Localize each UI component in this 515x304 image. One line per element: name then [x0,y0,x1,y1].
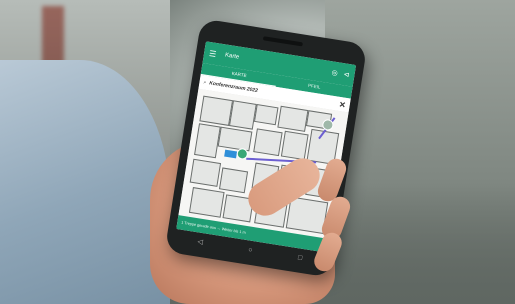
map-room [253,104,279,126]
map-room [277,105,309,132]
home-button[interactable]: ○ [248,246,253,254]
location-pin[interactable] [321,118,335,132]
close-icon[interactable]: ✕ [338,99,346,109]
map-room [253,128,283,157]
back-button[interactable]: ◁ [197,237,204,246]
phone-speaker [262,36,303,47]
map-room [217,126,253,152]
map-room [189,158,222,187]
map-room [194,123,221,159]
menu-icon[interactable]: ☰ [208,48,217,58]
map-room [188,187,225,218]
share-icon[interactable]: ⊲ [343,70,350,79]
map-room [199,95,234,126]
search-icon: ⌕ [203,79,207,86]
floor-plan-map[interactable] [178,88,349,239]
map-room [218,167,249,194]
map-room [228,100,257,130]
recents-button[interactable]: □ [297,254,302,262]
target-icon[interactable]: ◎ [331,68,338,77]
destination-room [224,149,238,159]
map-room [280,130,309,161]
